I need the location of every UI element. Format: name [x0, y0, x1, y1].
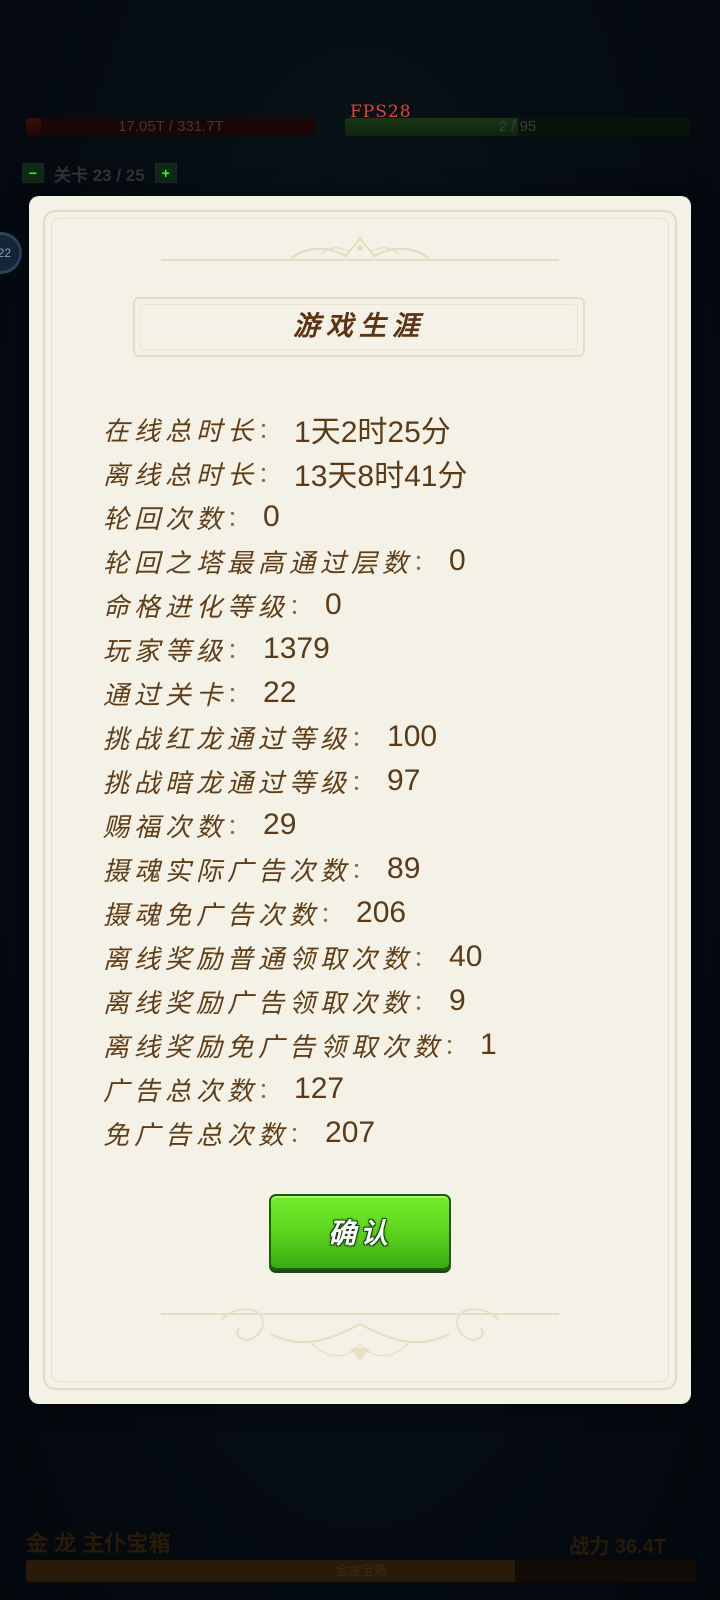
dialog-title: 游戏生涯: [293, 311, 425, 342]
stat-colon: ：: [444, 1034, 467, 1059]
stat-label: 赐福次数: [103, 812, 228, 843]
title-plaque: 游戏生涯: [133, 297, 585, 357]
stat-row: 离线奖励广告领取次数： 9: [103, 979, 643, 1023]
stat-row: 广告总次数： 127: [103, 1067, 643, 1111]
stat-value: 1: [480, 1028, 497, 1061]
stat-value: 40: [449, 940, 483, 973]
stat-label: 免广告总次数: [103, 1120, 290, 1151]
stat-label: 挑战暗龙通过等级: [103, 768, 352, 799]
stat-row: 通过关卡： 22: [103, 671, 643, 715]
stat-row: 赐福次数： 29: [103, 803, 643, 847]
stat-label: 在线总时长: [103, 416, 259, 447]
stat-label: 挑战红龙通过等级: [103, 724, 352, 755]
stat-label: 离线奖励广告领取次数: [103, 988, 414, 1019]
stat-colon: ：: [258, 418, 281, 443]
bottom-power: 战力 36.4T: [569, 1536, 666, 1558]
stat-value: 29: [263, 808, 297, 841]
stat-row: 摄魂实际广告次数： 89: [103, 847, 643, 891]
stat-colon: ：: [320, 902, 343, 927]
stat-value: 13天8时41分: [294, 460, 468, 493]
stat-colon: ：: [351, 858, 374, 883]
stat-value: 9: [449, 984, 466, 1017]
stat-row: 离线奖励免广告领取次数： 1: [103, 1023, 643, 1067]
stat-value: 89: [387, 852, 421, 885]
stat-value: 0: [325, 588, 342, 621]
stat-value: 127: [294, 1072, 345, 1105]
stat-label: 轮回次数: [103, 504, 228, 535]
bottom-chest-name: 金 龙 主仆宝箱: [26, 1531, 171, 1556]
stat-value: 207: [325, 1116, 376, 1149]
top-ornament-icon: [161, 235, 559, 261]
xp-bar: 2 / 95: [345, 118, 690, 136]
stat-row: 命格进化等级： 0: [103, 583, 643, 627]
stat-row: 离线奖励普通领取次数： 40: [103, 935, 643, 979]
stat-row: 轮回之塔最高通过层数： 0: [103, 539, 643, 583]
stat-colon: ：: [351, 770, 374, 795]
stat-label: 玩家等级: [103, 636, 228, 667]
confirm-button-label: 确认: [327, 1217, 392, 1250]
player-level-value: 22: [0, 246, 11, 260]
stat-label: 命格进化等级: [103, 592, 290, 623]
bottom-progress-text: 金龙宝箱: [334, 1563, 387, 1578]
stat-value: 206: [356, 896, 407, 929]
stat-row: 轮回次数： 0: [103, 495, 643, 539]
hp-bar-text: 17.05T / 331.7T: [118, 118, 224, 135]
stat-label: 通过关卡: [103, 680, 228, 711]
stage-next-button[interactable]: +: [154, 163, 177, 183]
stage-selector: − 关卡 23 / 25 +: [22, 162, 177, 185]
stat-label: 广告总次数: [103, 1076, 259, 1107]
stat-label: 摄魂实际广告次数: [103, 856, 352, 887]
stat-colon: ：: [289, 1122, 312, 1147]
stat-label: 离线奖励普通领取次数: [103, 944, 414, 975]
stage-prev-button[interactable]: −: [22, 163, 44, 183]
xp-bar-text: 2 / 95: [498, 118, 537, 135]
stat-colon: ：: [413, 990, 436, 1015]
stat-row: 摄魂免广告次数： 206: [103, 891, 643, 935]
stat-label: 离线总时长: [103, 460, 259, 491]
hp-bar: 17.05T / 331.7T: [26, 118, 316, 136]
bottom-progress-bar: 金龙宝箱: [26, 1560, 696, 1582]
stage-label: 关卡 23 / 25: [54, 165, 145, 185]
stat-value: 1379: [263, 632, 330, 665]
stat-colon: ：: [227, 638, 250, 663]
player-level-badge[interactable]: 22: [0, 232, 22, 274]
stat-value: 0: [263, 500, 280, 533]
stat-row: 挑战红龙通过等级： 100: [103, 715, 643, 759]
stat-label: 离线奖励免广告领取次数: [103, 1032, 445, 1063]
stat-value: 0: [449, 544, 466, 577]
bottom-ornament-icon: [161, 1308, 559, 1362]
stat-colon: ：: [227, 682, 250, 707]
stat-value: 1天2时25分: [294, 416, 451, 449]
stat-label: 轮回之塔最高通过层数: [103, 548, 414, 579]
stat-row: 挑战暗龙通过等级： 97: [103, 759, 643, 803]
stat-row: 离线总时长： 13天8时41分: [103, 451, 643, 495]
stat-colon: ：: [258, 1078, 281, 1103]
career-dialog: 游戏生涯 在线总时长： 1天2时25分 离线总时长： 13天8时41分 轮回次数： 0 轮回…: [29, 196, 691, 1404]
stats-list: 在线总时长： 1天2时25分 离线总时长： 13天8时41分 轮回次数： 0 轮回之塔最高通…: [103, 407, 643, 1155]
stat-colon: ：: [258, 462, 281, 487]
stat-colon: ：: [227, 506, 250, 531]
confirm-button[interactable]: 确认: [269, 1194, 451, 1270]
stat-colon: ：: [227, 814, 250, 839]
stat-row: 玩家等级： 1379: [103, 627, 643, 671]
stat-value: 22: [263, 676, 297, 709]
stat-value: 100: [387, 720, 438, 753]
stat-row: 免广告总次数： 207: [103, 1111, 643, 1155]
stat-value: 97: [387, 764, 421, 797]
stat-colon: ：: [413, 550, 436, 575]
stat-colon: ：: [351, 726, 374, 751]
stat-colon: ：: [413, 946, 436, 971]
stat-row: 在线总时长： 1天2时25分: [103, 407, 643, 451]
game-screen: FPS28 17.05T / 331.7T 2 / 95 − 关卡 23 / 2…: [0, 0, 720, 1600]
stat-label: 摄魂免广告次数: [103, 900, 321, 931]
stat-colon: ：: [289, 594, 312, 619]
